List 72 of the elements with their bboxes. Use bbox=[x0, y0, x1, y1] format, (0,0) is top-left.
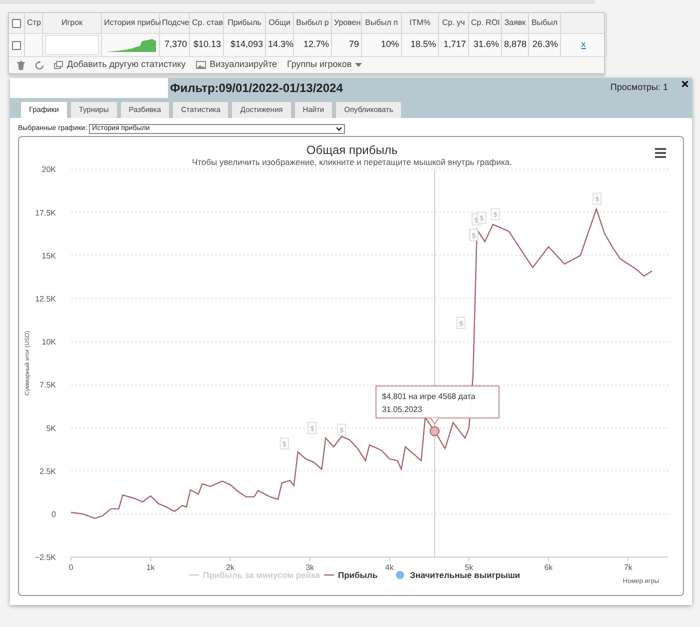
table-cell-text: 31.6% bbox=[472, 38, 499, 52]
column-header[interactable]: Выбыл bbox=[531, 17, 558, 29]
table-cell-text: 79 bbox=[348, 38, 359, 52]
x-tick-label: 2k bbox=[226, 562, 234, 572]
y-tick-label: 2.5K bbox=[40, 466, 56, 476]
caret-icon bbox=[354, 63, 362, 67]
checkbox[interactable] bbox=[12, 18, 21, 28]
table-cell-text: 10% bbox=[380, 38, 399, 52]
column-header[interactable]: Прибыль bbox=[226, 17, 263, 29]
tooltip-pointer bbox=[430, 417, 440, 424]
image-icon bbox=[196, 61, 206, 69]
copy-icon bbox=[54, 61, 63, 69]
views-count: Просмотры: 1 bbox=[610, 81, 668, 94]
y-tick-label: 10K bbox=[42, 337, 56, 346]
filter-title: Фильтр:09/01/2022-01/13/2024 bbox=[170, 80, 343, 97]
add-stat-button[interactable]: Добавить другую статистику bbox=[54, 58, 186, 72]
player-groups-menu[interactable]: Группы игроков bbox=[287, 58, 362, 72]
player-field[interactable] bbox=[45, 35, 99, 55]
table-cell-text: 12.7% bbox=[302, 38, 329, 52]
visualize-button[interactable]: Визуализируйте bbox=[196, 58, 277, 72]
menu-icon[interactable] bbox=[655, 148, 666, 158]
legend-item[interactable]: Значительные выигрыши bbox=[396, 570, 520, 580]
y-tick-label: 0 bbox=[52, 510, 56, 518]
x-tick-label: 6k bbox=[544, 562, 553, 572]
tooltip-text: $4,801 на игре 4568 дата bbox=[382, 392, 476, 400]
column-header[interactable]: Игрок bbox=[45, 17, 99, 29]
column-header[interactable]: Подсче bbox=[162, 17, 187, 29]
column-header[interactable]: ITM% bbox=[404, 17, 436, 29]
column-header[interactable]: Уровен bbox=[334, 17, 359, 29]
y-tick-label: 20K bbox=[42, 164, 56, 174]
x-tick-label: 5k bbox=[464, 562, 474, 572]
x-tick-label: 4k bbox=[385, 562, 394, 572]
y-tick-label: 7.5K bbox=[40, 380, 56, 390]
x-tick-label: 0 bbox=[68, 562, 74, 572]
column-header[interactable]: Общи bbox=[268, 17, 291, 29]
table-cell-text: 14.3% bbox=[268, 38, 291, 52]
column-header[interactable]: Заявк bbox=[504, 17, 526, 29]
y-tick-label: 5K bbox=[46, 423, 56, 432]
chart-title: Общая прибыль bbox=[306, 142, 398, 156]
column-header[interactable]: Выбыл п bbox=[364, 17, 399, 29]
close-icon[interactable] bbox=[682, 81, 688, 87]
checkbox[interactable] bbox=[12, 40, 21, 50]
legend-item[interactable]: Прибыль bbox=[324, 570, 378, 580]
x-tick-label: 1k bbox=[146, 562, 155, 572]
table-cell-text: 26.3% bbox=[531, 38, 558, 52]
table-cell-text: $14,093 bbox=[229, 38, 263, 52]
column-header[interactable]: Ср. уч bbox=[441, 17, 466, 29]
legend-label: Прибыль bbox=[338, 570, 378, 580]
y-tick-label: −2.5K bbox=[34, 552, 56, 562]
column-header[interactable]: Ср. ROI bbox=[471, 17, 499, 29]
hover-point bbox=[430, 426, 440, 436]
sparkline-chart bbox=[106, 38, 156, 52]
column-header[interactable]: Стр bbox=[27, 17, 40, 29]
y-tick-label: 12.5K bbox=[35, 294, 56, 303]
table-cell-text: 7,370 bbox=[163, 38, 187, 52]
table-cell-text: $10.13 bbox=[192, 38, 221, 52]
name-field[interactable] bbox=[10, 78, 168, 98]
chart-subtitle: Чтобы увеличить изображение, кликните и перетащите мышкой внутрь графика. bbox=[192, 156, 512, 166]
y-tick-label: 17.5K bbox=[35, 208, 56, 217]
refresh-icon[interactable] bbox=[35, 60, 44, 70]
y-tick-label: 15K bbox=[42, 250, 56, 260]
chevron-icon bbox=[336, 127, 342, 132]
x-tick-label: 7k bbox=[624, 562, 632, 572]
column-header[interactable]: Выбыл р bbox=[296, 17, 329, 29]
table-cell-text: 1,717 bbox=[442, 38, 466, 52]
remove-link[interactable]: x bbox=[581, 38, 586, 52]
table-cell-text: 8,878 bbox=[504, 38, 526, 52]
trash-icon[interactable] bbox=[17, 60, 25, 70]
table-cell-text: 18.5% bbox=[409, 38, 436, 52]
column-header[interactable]: Ср. став bbox=[192, 17, 221, 29]
x-tick-label: 3k bbox=[306, 562, 314, 572]
tooltip-text: 31.05.2023 bbox=[382, 404, 422, 414]
